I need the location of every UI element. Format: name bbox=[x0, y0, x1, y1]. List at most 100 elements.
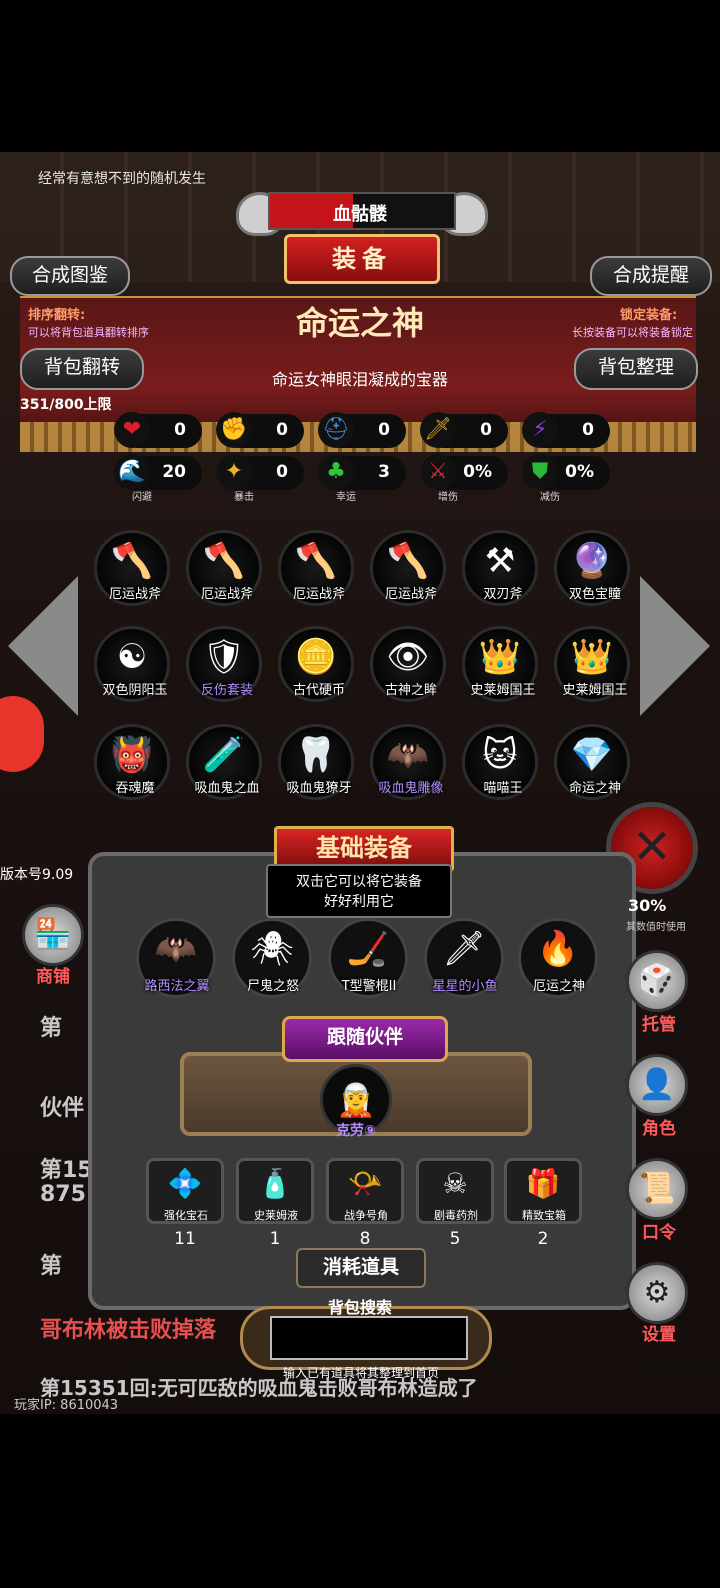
inventory-slot[interactable]: 🐱 喵喵王 bbox=[462, 724, 538, 800]
companion-name: 克劳⑨ bbox=[336, 1123, 376, 1139]
shop-label[interactable]: 商铺 bbox=[18, 962, 88, 987]
consumable-slot[interactable]: 💠 强化宝石 11 bbox=[146, 1158, 224, 1249]
stat-value: 20 bbox=[162, 462, 186, 482]
consumable-name: 剧毒药剂 bbox=[434, 1209, 478, 1222]
role-icon[interactable]: 👤 bbox=[626, 1054, 688, 1116]
role-label[interactable]: 角色 bbox=[624, 1114, 694, 1139]
log-line: 哥布林被击败掉落 bbox=[40, 1318, 217, 1343]
equipped-slot[interactable]: 🔥 厄运之神 bbox=[518, 918, 598, 998]
shop-icon[interactable]: 🏪 bbox=[22, 904, 84, 966]
tooltip-line: 好好利用它 bbox=[324, 894, 394, 910]
stat-pill: ⚔ 0% 增伤 bbox=[420, 454, 508, 503]
bag-sort-button[interactable]: 背包整理 bbox=[574, 348, 698, 390]
compose-catalog-button[interactable]: 合成图鉴 bbox=[10, 256, 130, 296]
equipment-icon: 🔥 bbox=[536, 929, 580, 969]
log-line: 875 bbox=[40, 1182, 86, 1207]
sort-flip-title: 排序翻转: bbox=[28, 308, 86, 323]
item-label: 古神之眸 bbox=[384, 683, 437, 698]
item-label: 厄运战斧 bbox=[292, 587, 345, 602]
prev-page-arrow-icon[interactable] bbox=[8, 576, 78, 716]
next-page-arrow-icon[interactable] bbox=[640, 576, 710, 716]
inventory-slot[interactable]: 🔮 双色宝瞳 bbox=[554, 530, 630, 606]
inventory-slot[interactable]: ⚒ 双刃斧 bbox=[462, 530, 538, 606]
manage-label[interactable]: 托管 bbox=[624, 1010, 694, 1035]
equipped-slot[interactable]: 🗡 星星的小鱼 bbox=[424, 918, 504, 998]
equipment-title: 装备 bbox=[284, 234, 440, 284]
consumable-name: 精致宝箱 bbox=[522, 1209, 566, 1222]
inventory-slot[interactable]: 🪓 厄运战斧 bbox=[186, 530, 262, 606]
inventory-slot[interactable]: 👹 吞魂魔 bbox=[94, 724, 170, 800]
inventory-slot[interactable]: 👑 史莱姆国王 bbox=[554, 626, 630, 702]
bag-search-title: 背包搜索 bbox=[327, 1298, 392, 1317]
bag-search-hint: 输入已有道具将其整理到首页 bbox=[282, 1366, 439, 1380]
consumable-slot[interactable]: 🎁 精致宝箱 2 bbox=[504, 1158, 582, 1249]
item-label: 史莱姆国王 bbox=[470, 683, 536, 698]
item-icon: 👑 bbox=[478, 637, 522, 677]
inventory-slot[interactable]: 👑 史莱姆国王 bbox=[462, 626, 538, 702]
password-icon[interactable]: 📜 bbox=[626, 1158, 688, 1220]
item-label: 吞魂魔 bbox=[115, 781, 155, 796]
selected-item-name: 命运之神 bbox=[295, 304, 424, 342]
stat-pill: ⚡ 0 bbox=[522, 412, 610, 448]
consumable-slot[interactable]: 🧴 史莱姆液 1 bbox=[236, 1158, 314, 1249]
stat-value: 0 bbox=[276, 462, 288, 482]
equipped-slot[interactable]: 🦇 路西法之翼 bbox=[136, 918, 216, 998]
stat-caption: 减伤 bbox=[540, 492, 560, 503]
consumable-icon: 💠 bbox=[167, 1167, 203, 1200]
stat-caption: 闪避 bbox=[132, 492, 152, 503]
compose-reminder-button[interactable]: 合成提醒 bbox=[590, 256, 712, 296]
lock-title: 锁定装备: bbox=[620, 308, 678, 323]
consumable-slot[interactable]: ☠ 剧毒药剂 5 bbox=[416, 1158, 494, 1249]
item-label: 双色宝瞳 bbox=[568, 587, 621, 602]
inventory-slot[interactable]: 🪓 厄运战斧 bbox=[278, 530, 354, 606]
item-label: 史莱姆国王 bbox=[562, 683, 628, 698]
stat-value: 0 bbox=[582, 420, 594, 440]
user-avatar-icon[interactable] bbox=[0, 696, 44, 772]
inventory-slot[interactable]: 🪙 古代硬币 bbox=[278, 626, 354, 702]
dice-icon[interactable]: 🎲 bbox=[626, 950, 688, 1012]
settings-gear-icon[interactable]: ⚙ bbox=[626, 1262, 688, 1324]
consumable-name: 战争号角 bbox=[344, 1209, 388, 1222]
player-ip: 玩家IP: 8610043 bbox=[14, 1398, 119, 1413]
log-line: 第 bbox=[40, 1016, 63, 1041]
stat-pill: ⛑ 0 bbox=[318, 412, 406, 448]
bag-flip-button[interactable]: 背包翻转 bbox=[20, 348, 144, 390]
item-icon: 🪓 bbox=[110, 541, 154, 581]
item-label: 反伤套装 bbox=[200, 683, 253, 698]
consumable-icon: 🧴 bbox=[257, 1167, 293, 1200]
inventory-slot[interactable]: 🦷 吸血鬼獠牙 bbox=[278, 724, 354, 800]
item-label: 吸血鬼之血 bbox=[194, 781, 260, 796]
inventory-slot[interactable]: 💎 命运之神 bbox=[554, 724, 630, 800]
inventory-slot[interactable]: 👁 古神之眸 bbox=[370, 626, 446, 702]
consumable-count: 2 bbox=[537, 1229, 549, 1249]
item-label: 厄运战斧 bbox=[200, 587, 253, 602]
inventory-slot[interactable]: 🛡 反伤套装 bbox=[186, 626, 262, 702]
sort-flip-desc: 可以将背包道具翻转排序 bbox=[28, 326, 149, 339]
item-icon: 🛡 bbox=[202, 637, 246, 677]
settings-label[interactable]: 设置 bbox=[624, 1320, 694, 1345]
dodge-icon: 🌊 bbox=[114, 454, 150, 490]
inventory-slot[interactable]: 🦇 吸血鬼雕像 bbox=[370, 724, 446, 800]
log-line: 伙伴 bbox=[40, 1096, 85, 1121]
item-label: 吸血鬼獠牙 bbox=[286, 781, 352, 796]
consumable-slot[interactable]: 📯 战争号角 8 bbox=[326, 1158, 404, 1249]
follow-companion-button[interactable]: 跟随伙伴 bbox=[282, 1016, 448, 1062]
item-label: 命运之神 bbox=[568, 781, 621, 796]
item-icon: 🪓 bbox=[294, 541, 338, 581]
boss-name: 血骷髅 bbox=[333, 204, 387, 225]
stat-pill: ✊ 0 bbox=[216, 412, 304, 448]
item-label: 古代硬币 bbox=[292, 683, 345, 698]
item-icon: 🧪 bbox=[202, 735, 246, 775]
inventory-slot[interactable]: ☯ 双色阴阳玉 bbox=[94, 626, 170, 702]
inventory-slot[interactable]: 🪓 厄运战斧 bbox=[94, 530, 170, 606]
log-line: 第15 bbox=[40, 1158, 93, 1183]
bag-search-input[interactable] bbox=[270, 1316, 468, 1360]
selected-item-description: 命运女神眼泪凝成的宝器 bbox=[271, 370, 448, 389]
shield-icon: ⛊ bbox=[522, 454, 558, 490]
equipped-slot[interactable]: 🕷 尸鬼之怒 bbox=[232, 918, 312, 998]
equipped-slot[interactable]: 🏒 T型警棍II bbox=[328, 918, 408, 998]
password-label[interactable]: 口令 bbox=[624, 1218, 694, 1243]
inventory-slot[interactable]: 🪓 厄运战斧 bbox=[370, 530, 446, 606]
item-icon: 💎 bbox=[570, 735, 614, 775]
inventory-slot[interactable]: 🧪 吸血鬼之血 bbox=[186, 724, 262, 800]
